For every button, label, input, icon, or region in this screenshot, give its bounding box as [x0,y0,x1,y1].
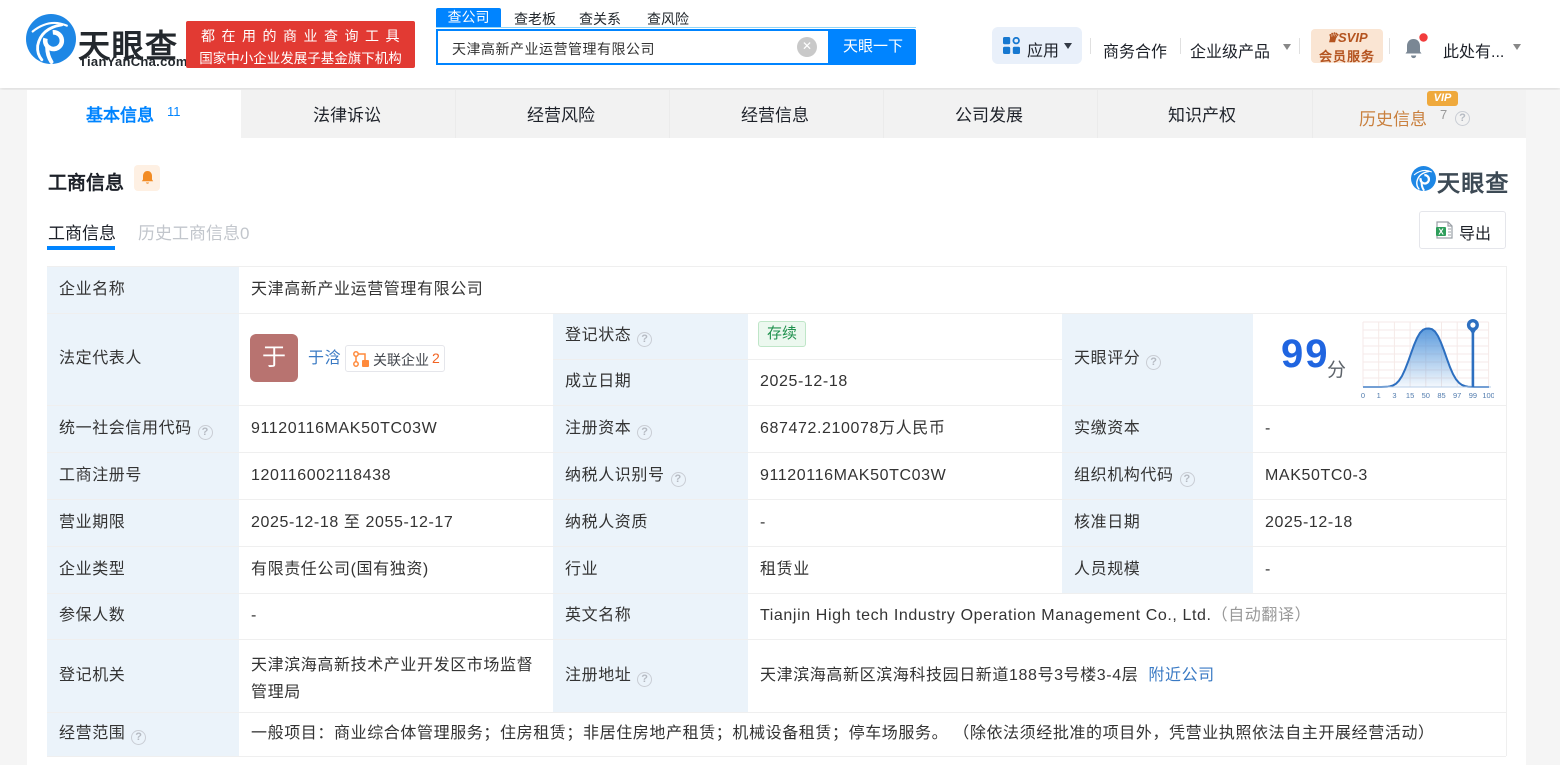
svg-text:X: X [1438,228,1444,237]
svg-text:15: 15 [1406,391,1414,400]
svg-text:97: 97 [1453,391,1461,400]
svg-text:0: 0 [1361,391,1365,400]
svg-text:100: 100 [1482,391,1494,400]
svg-text:85: 85 [1437,391,1445,400]
svg-text:3: 3 [1392,391,1396,400]
svg-text:50: 50 [1422,391,1430,400]
svg-text:99: 99 [1469,391,1477,400]
svg-text:1: 1 [1377,391,1381,400]
